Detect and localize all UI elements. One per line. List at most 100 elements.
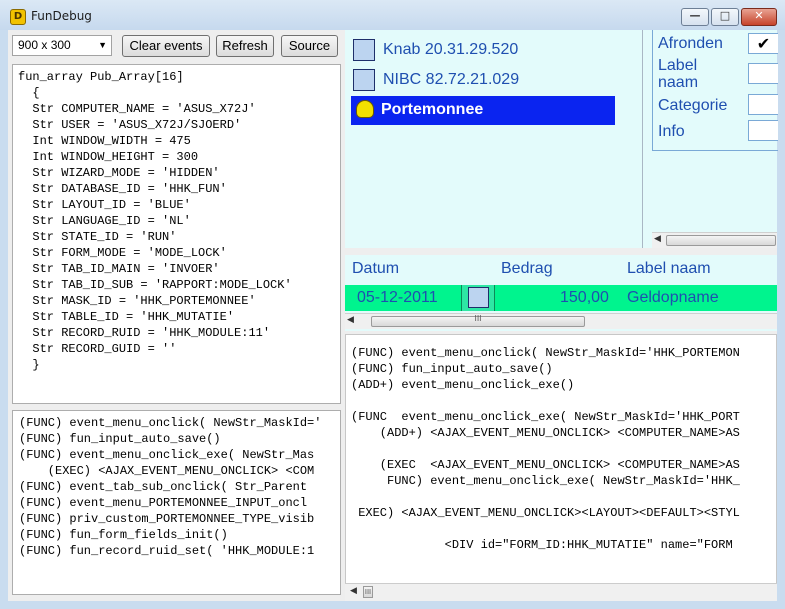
divider: [642, 30, 643, 248]
afronden-label: Afronden: [658, 35, 723, 52]
array-dump-panel[interactable]: fun_array Pub_Array[16] { Str COMPUTER_N…: [12, 64, 341, 404]
client-area: 900 x 300 ▼ Clear events Refresh Source …: [8, 30, 778, 601]
array-dump-line: Str USER = 'ASUS_X72J/SJOERD': [18, 118, 242, 132]
source-log-line: (EXEC <AJAX_EVENT_MENU_ONCLICK> <COMPUTE…: [351, 458, 740, 472]
event-log-line: (FUNC) priv_custom_PORTEMONNEE_TYPE_visi…: [19, 512, 315, 526]
array-dump-line: Str WIZARD_MODE = 'HIDDEN': [18, 166, 220, 180]
close-button[interactable]: ✕: [741, 8, 777, 26]
info-label: Info: [658, 123, 685, 140]
event-log-line: (FUNC) event_tab_sub_onclick( Str_Parent: [19, 480, 308, 494]
clear-events-button[interactable]: Clear events: [122, 35, 210, 57]
event-log-line: (FUNC) fun_form_fields_init(): [19, 528, 228, 542]
event-log-line: (FUNC) event_menu_PORTEMONNEE_INPUT_oncl: [19, 496, 308, 510]
array-dump-line: Str STATE_ID = 'RUN': [18, 230, 177, 244]
account-panel: Knab 20.31.29.520 NIBC 82.72.21.029 Port…: [345, 30, 778, 248]
app-window: D FunDebug — □ ✕ 900 x 300 ▼ Clear event…: [0, 0, 785, 609]
array-dump-line: Str RECORD_GUID = '': [18, 342, 177, 356]
close-icon: ✕: [754, 9, 764, 22]
source-log-line: FUNC) event_menu_onclick_exe( NewStr_Mas…: [351, 474, 740, 488]
array-dump-line: Str FORM_MODE = 'MODE_LOCK': [18, 246, 227, 260]
account-label: Knab 20.31.29.520: [383, 41, 519, 58]
row-icon-cell: [461, 285, 495, 311]
transaction-table: Datum Bedrag Label naam 05-12-2011 150,0…: [345, 255, 777, 331]
scroll-thumb[interactable]: [666, 235, 776, 246]
source-log-line: (ADD+) event_menu_onclick_exe(): [351, 378, 575, 392]
label-naam-field[interactable]: [748, 63, 778, 84]
source-log-line: [351, 489, 776, 505]
event-log-line: (FUNC) fun_record_ruid_set( 'HHK_MODULE:…: [19, 544, 315, 558]
account-item-knab[interactable]: Knab 20.31.29.520: [353, 38, 613, 64]
array-dump-line: Int WINDOW_HEIGHT = 300: [18, 150, 199, 164]
bank-icon: [468, 287, 489, 308]
app-icon: D: [10, 9, 26, 25]
scroll-left-icon[interactable]: ◀: [350, 586, 357, 596]
scroll-left-icon[interactable]: ◀: [654, 234, 661, 244]
cell-bedrag: 150,00: [560, 289, 609, 306]
maximize-icon: □: [719, 9, 731, 22]
cell-datum: 05-12-2011: [357, 289, 438, 306]
event-log-line: (EXEC) <AJAX_EVENT_MENU_ONCLICK> <COM: [19, 464, 315, 478]
array-dump-line: Str MASK_ID = 'HHK_PORTEMONNEE': [18, 294, 256, 308]
cell-label: Geldopname: [627, 289, 719, 306]
grip-icon: III: [474, 314, 482, 323]
refresh-button[interactable]: Refresh: [216, 35, 274, 57]
label-naam-label: Label naam: [658, 57, 699, 91]
array-dump-line: Str TAB_ID_SUB = 'RAPPORT:MODE_LOCK': [18, 278, 292, 292]
scroll-thumb[interactable]: III: [363, 586, 373, 598]
account-item-nibc[interactable]: NIBC 82.72.21.029: [353, 68, 613, 94]
bank-icon: [353, 69, 375, 91]
column-header-datum[interactable]: Datum: [352, 260, 399, 278]
table-scrollbar[interactable]: ◀ III: [345, 313, 777, 329]
source-scrollbar[interactable]: ◀ III: [345, 583, 777, 601]
source-log-panel[interactable]: (FUNC) event_menu_onclick( NewStr_MaskId…: [345, 334, 777, 584]
event-log-line: (FUNC) event_menu_onclick_exe( NewStr_Ma…: [19, 448, 315, 462]
source-log-line: (FUNC) fun_input_auto_save(): [351, 362, 553, 376]
size-select-value: 900 x 300: [18, 38, 71, 52]
form-fields: Afronden ✔ Label naam Categorie Info: [652, 30, 778, 151]
array-dump-line: Str LANGUAGE_ID = 'NL': [18, 214, 191, 228]
array-dump-line: Str TAB_ID_MAIN = 'INVOER': [18, 262, 220, 276]
array-dump-line: Str COMPUTER_NAME = 'ASUS_X72J': [18, 102, 256, 116]
column-header-bedrag[interactable]: Bedrag: [501, 260, 553, 278]
scroll-left-icon[interactable]: ◀: [347, 315, 354, 325]
source-log-line: EXEC) <AJAX_EVENT_MENU_ONCLICK><LAYOUT><…: [351, 506, 740, 520]
afronden-checkbox[interactable]: ✔: [748, 33, 778, 54]
minimize-icon: —: [689, 9, 701, 22]
column-header-label-naam[interactable]: Label naam: [627, 260, 711, 278]
array-dump-line: }: [18, 358, 40, 372]
account-item-portemonnee[interactable]: Portemonnee: [351, 96, 615, 125]
source-log-line: (FUNC event_menu_onclick_exe( NewStr_Mas…: [351, 410, 740, 424]
scroll-thumb[interactable]: III: [371, 314, 585, 327]
source-log-line: [351, 521, 776, 537]
bank-icon: [353, 39, 375, 61]
size-select[interactable]: 900 x 300 ▼: [12, 35, 112, 56]
form-scrollbar[interactable]: ◀: [652, 232, 777, 248]
maximize-button[interactable]: □: [711, 8, 739, 26]
categorie-label: Categorie: [658, 97, 728, 114]
array-dump-line: Int WINDOW_WIDTH = 475: [18, 134, 191, 148]
info-field[interactable]: [748, 120, 778, 141]
categorie-field[interactable]: [748, 94, 778, 115]
source-log-line: (FUNC) event_menu_onclick( NewStr_MaskId…: [351, 346, 740, 360]
account-label: NIBC 82.72.21.029: [383, 71, 520, 88]
event-log-line: (FUNC) event_menu_onclick( NewStr_MaskId…: [19, 416, 322, 430]
array-dump-line: {: [18, 86, 40, 100]
source-log-line: <DIV id="FORM_ID:HHK_MUTATIE" name="FORM: [351, 538, 733, 552]
source-button[interactable]: Source: [281, 35, 338, 57]
source-log-line: [351, 393, 776, 409]
event-log-line: (FUNC) fun_input_auto_save(): [19, 432, 221, 446]
array-dump-line: Str RECORD_RUID = 'HHK_MODULE:11': [18, 326, 271, 340]
title-bar[interactable]: D FunDebug — □ ✕: [0, 0, 785, 30]
table-row[interactable]: 05-12-2011 150,00 Geldopname: [345, 285, 777, 311]
chevron-down-icon[interactable]: ▼: [98, 36, 107, 55]
array-dump-line: Str DATABASE_ID = 'HHK_FUN': [18, 182, 227, 196]
array-dump-line: Str LAYOUT_ID = 'BLUE': [18, 198, 191, 212]
array-dump-line: fun_array Pub_Array[16]: [18, 70, 184, 84]
minimize-button[interactable]: —: [681, 8, 709, 26]
array-dump-line: Str TABLE_ID = 'HHK_MUTATIE': [18, 310, 235, 324]
account-label: Portemonnee: [381, 101, 484, 118]
event-log-panel[interactable]: (FUNC) event_menu_onclick( NewStr_MaskId…: [12, 410, 341, 595]
window-title: FunDebug: [31, 9, 92, 23]
source-log-line: [351, 441, 776, 457]
source-log-line: (ADD+) <AJAX_EVENT_MENU_ONCLICK> <COMPUT…: [351, 426, 740, 440]
